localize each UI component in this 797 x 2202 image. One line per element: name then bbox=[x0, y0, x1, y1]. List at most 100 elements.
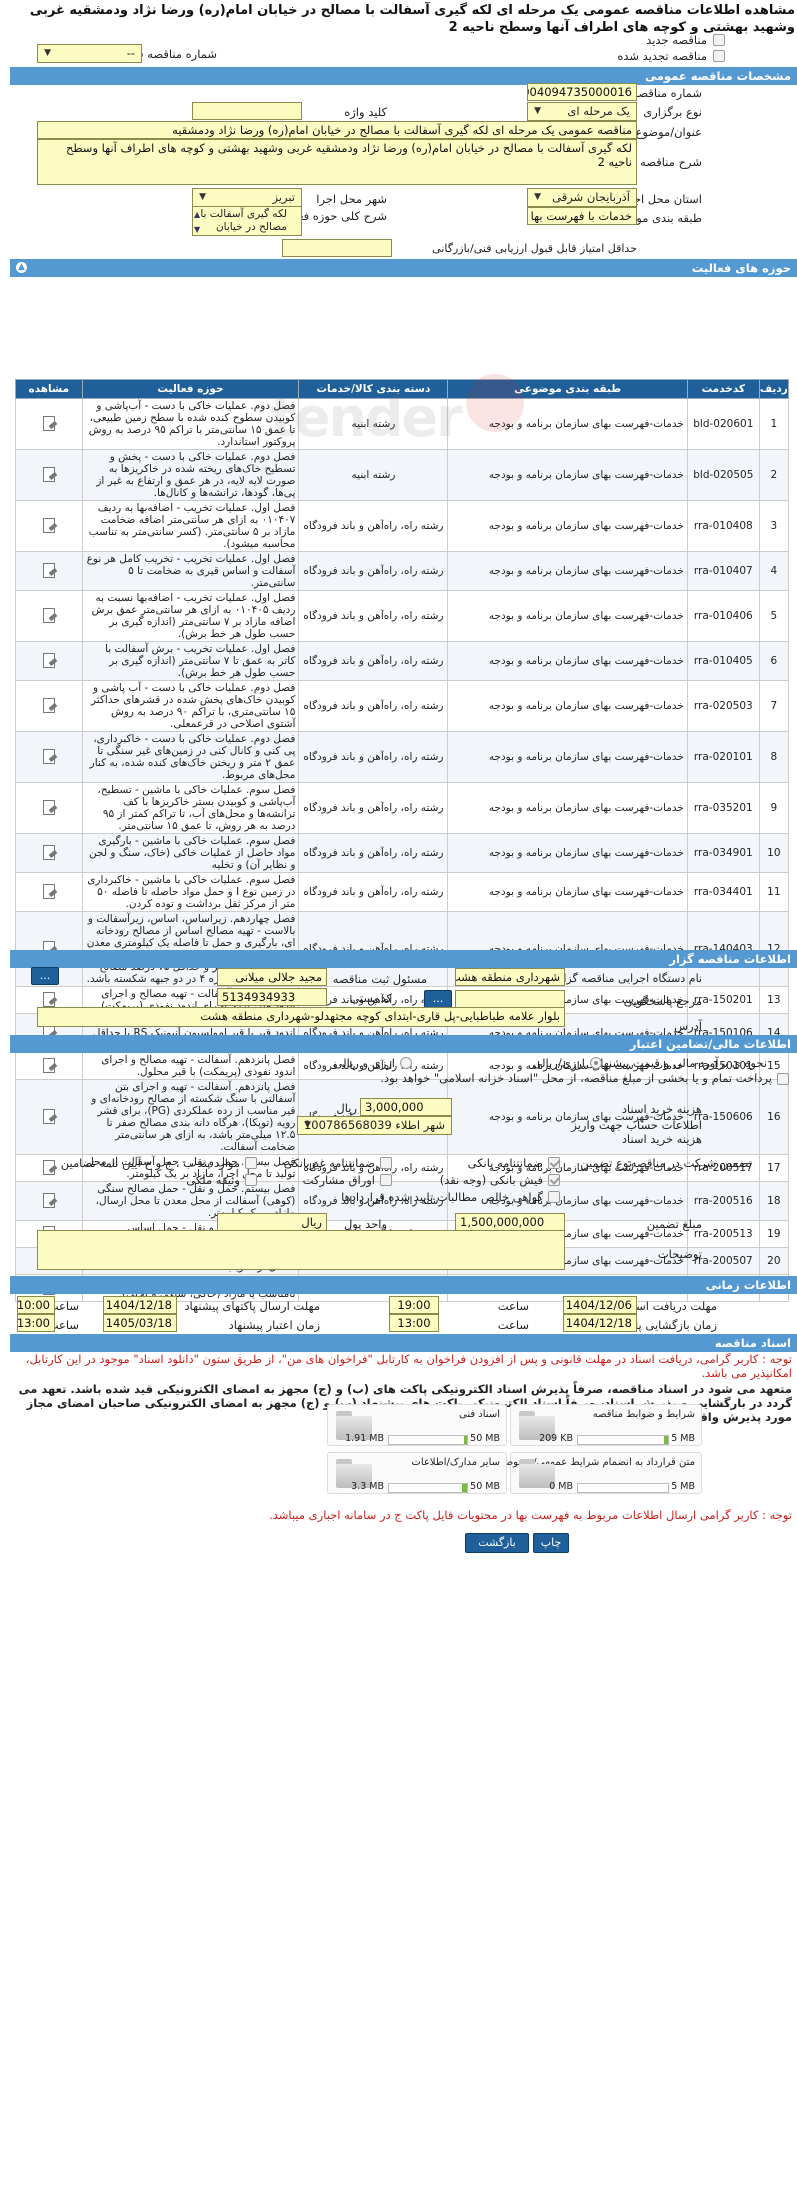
reference-lookup-button[interactable]: ... bbox=[424, 990, 452, 1008]
file-card-technical[interactable]: اسناد فنی 50 MB 1.91 MB bbox=[327, 1404, 507, 1446]
nonbank-guarantee-checkbox[interactable] bbox=[380, 1157, 392, 1169]
currency-field[interactable]: ریال bbox=[217, 1213, 327, 1231]
file-name: اسناد فنی bbox=[459, 1409, 500, 1420]
view-cell[interactable] bbox=[15, 680, 83, 732]
goods-group: رشته راه، راه‌آهن و باند فرودگاه bbox=[298, 731, 449, 783]
row-number: 3 bbox=[758, 500, 790, 552]
currency-radio-1[interactable] bbox=[590, 1057, 602, 1069]
description-label: شرح مناقصه bbox=[640, 155, 702, 169]
reference-field[interactable] bbox=[455, 990, 565, 1008]
collapse-icon[interactable]: ▲ bbox=[16, 262, 27, 273]
view-document-icon[interactable] bbox=[40, 697, 58, 713]
activity-description: فصل دوم. عملیات خاکی با دست - آب‌پاشی و … bbox=[81, 398, 300, 450]
scroll-down-icon[interactable]: ▼ bbox=[194, 223, 200, 235]
table-row: 4 rra-010407 خدمات-فهرست بهای سازمان برنام… bbox=[15, 551, 790, 591]
view-document-icon[interactable] bbox=[40, 607, 58, 623]
view-cell[interactable] bbox=[15, 449, 83, 501]
row-number: 11 bbox=[758, 872, 790, 912]
service-code: rra-010407 bbox=[686, 551, 760, 591]
type-select[interactable]: یک مرحله ای ▼ bbox=[527, 102, 637, 121]
view-cell[interactable] bbox=[15, 731, 83, 783]
view-cell[interactable] bbox=[15, 782, 83, 834]
view-cell[interactable] bbox=[15, 833, 83, 873]
view-document-icon[interactable] bbox=[40, 1192, 58, 1208]
new-tender-checkbox[interactable] bbox=[713, 34, 725, 46]
guarantee-amount-field[interactable]: 1,500,000,000 bbox=[455, 1213, 565, 1231]
doc-deadline-date[interactable]: 1404/12/06 bbox=[563, 1296, 637, 1314]
claims-certificate-checkbox[interactable] bbox=[548, 1191, 560, 1203]
prev-number-select[interactable]: -- ▼ bbox=[37, 44, 142, 63]
view-document-icon[interactable] bbox=[40, 883, 58, 899]
back-button[interactable]: بازگشت bbox=[465, 1533, 529, 1553]
clause-guarantee-checkbox[interactable] bbox=[245, 1157, 257, 1169]
cash-receipt-checkbox[interactable] bbox=[548, 1174, 560, 1186]
service-code: rra-010408 bbox=[686, 500, 760, 552]
view-document-icon[interactable] bbox=[40, 1159, 58, 1175]
view-cell[interactable] bbox=[15, 500, 83, 552]
keyword-input[interactable] bbox=[192, 102, 302, 120]
print-button[interactable]: چاپ bbox=[533, 1533, 569, 1553]
address-field[interactable]: بلوار علامه طباطبایی-پل قاری-ابتدای کوچه… bbox=[37, 1007, 565, 1027]
renewed-tender-checkbox[interactable] bbox=[713, 50, 725, 62]
renewed-tender-label: مناقصه تجدید شده bbox=[617, 49, 707, 63]
view-document-icon[interactable] bbox=[40, 562, 58, 578]
bonds-checkbox[interactable] bbox=[380, 1174, 392, 1186]
service-code: rra-020503 bbox=[686, 680, 760, 732]
opening-time[interactable]: 13:00 bbox=[389, 1314, 439, 1332]
city-select[interactable]: تبریز ▼ bbox=[192, 188, 302, 207]
fee-field[interactable]: 3,000,000 bbox=[360, 1098, 452, 1116]
responsible-field[interactable]: مجید جلالی میلانی bbox=[217, 968, 327, 986]
file-card-conditions[interactable]: شرایط و ضوابط مناقصه 5 MB 209 KB bbox=[510, 1404, 702, 1446]
doc-deadline-time[interactable]: 19:00 bbox=[389, 1296, 439, 1314]
view-cell[interactable] bbox=[15, 1079, 83, 1155]
min-score-input[interactable] bbox=[282, 239, 392, 257]
scroll-up-icon[interactable]: ▲ bbox=[194, 208, 200, 221]
docs-download-note: توجه : کاربر گرامی، دریافت اسناد در مهلت… bbox=[25, 1352, 792, 1380]
validity-date[interactable]: 1405/03/18 bbox=[103, 1314, 177, 1332]
account-label: اطلاعات حساب جهت واریز هزینه خرید اسناد bbox=[571, 1118, 702, 1146]
view-document-icon[interactable] bbox=[40, 415, 58, 431]
subject-category: خدمات-فهرست بهای سازمان برنامه و بودجه bbox=[447, 590, 688, 642]
province-select[interactable]: آذربایجان شرقی ▼ bbox=[527, 188, 637, 207]
file-card-contract[interactable]: متن قرارداد به انضمام شرایط عمومی/خصوصی … bbox=[496, 1452, 702, 1494]
treasury-text: پرداخت تمام و یا بخشی از مبلغ مناقصه، از… bbox=[380, 1071, 772, 1085]
account-select[interactable]: شهر اطلاء 100786568039 ▼ bbox=[297, 1116, 452, 1135]
bank-guarantee-checkbox[interactable] bbox=[548, 1157, 560, 1169]
view-cell[interactable] bbox=[15, 641, 83, 681]
file-card-other[interactable]: سایر مدارک/اطلاعات 50 MB 3.3 MB bbox=[327, 1452, 507, 1494]
financial-section-header: اطلاعات مالی/تضامین اعتبار bbox=[10, 1035, 797, 1053]
view-document-icon[interactable] bbox=[40, 991, 58, 1007]
postal-code-field[interactable]: 5134934933 bbox=[217, 988, 327, 1006]
currency-radio-2[interactable] bbox=[400, 1057, 412, 1069]
tender-number-field[interactable]: 2004094735000016 bbox=[527, 83, 637, 101]
scope-listbox[interactable]: لکه گیری آسفالت با مصالح در خیابان امام(… bbox=[192, 206, 302, 236]
submit-deadline-date[interactable]: 1404/12/18 bbox=[103, 1296, 177, 1314]
responsible-lookup-button[interactable]: ... bbox=[31, 967, 59, 985]
view-document-icon[interactable] bbox=[40, 466, 58, 482]
view-document-icon[interactable] bbox=[40, 1108, 58, 1124]
view-document-icon[interactable] bbox=[40, 844, 58, 860]
view-cell[interactable] bbox=[15, 872, 83, 912]
org-name-field[interactable]: شهرداری منطقه هشت تبر bbox=[455, 968, 565, 986]
treasury-checkbox[interactable] bbox=[777, 1073, 789, 1085]
view-cell[interactable] bbox=[15, 398, 83, 450]
view-document-icon[interactable] bbox=[40, 517, 58, 533]
property-collateral-checkbox[interactable] bbox=[245, 1174, 257, 1186]
notes-textarea[interactable] bbox=[37, 1230, 565, 1270]
view-document-icon[interactable] bbox=[40, 652, 58, 668]
view-document-icon[interactable] bbox=[40, 799, 58, 815]
opening-date[interactable]: 1404/12/18 bbox=[563, 1314, 637, 1332]
category-field[interactable]: خدمات با فهرست بها bbox=[527, 207, 637, 225]
row-number: 9 bbox=[758, 782, 790, 834]
description-textarea[interactable]: لکه گیری آسفالت با مصالح در خیابان امام(… bbox=[37, 139, 637, 185]
submit-deadline-time[interactable]: 10:00 bbox=[17, 1296, 55, 1314]
view-document-icon[interactable] bbox=[40, 748, 58, 764]
goods-group: رشته راه، راه‌آهن و باند فرودگاه bbox=[298, 500, 449, 552]
view-cell[interactable] bbox=[15, 1181, 83, 1221]
validity-time[interactable]: 13:00 bbox=[17, 1314, 55, 1332]
view-cell[interactable] bbox=[15, 590, 83, 642]
nonbank-guarantee-label: ضمانتنامه غیربانکی bbox=[283, 1156, 375, 1170]
subject-input[interactable]: مناقصه عمومی یک مرحله ای لکه گیری آسفالت… bbox=[37, 121, 637, 139]
activity-description: فصل اول. عملیات تخریب - برش آسفالت با کا… bbox=[81, 641, 300, 681]
view-cell[interactable] bbox=[15, 551, 83, 591]
